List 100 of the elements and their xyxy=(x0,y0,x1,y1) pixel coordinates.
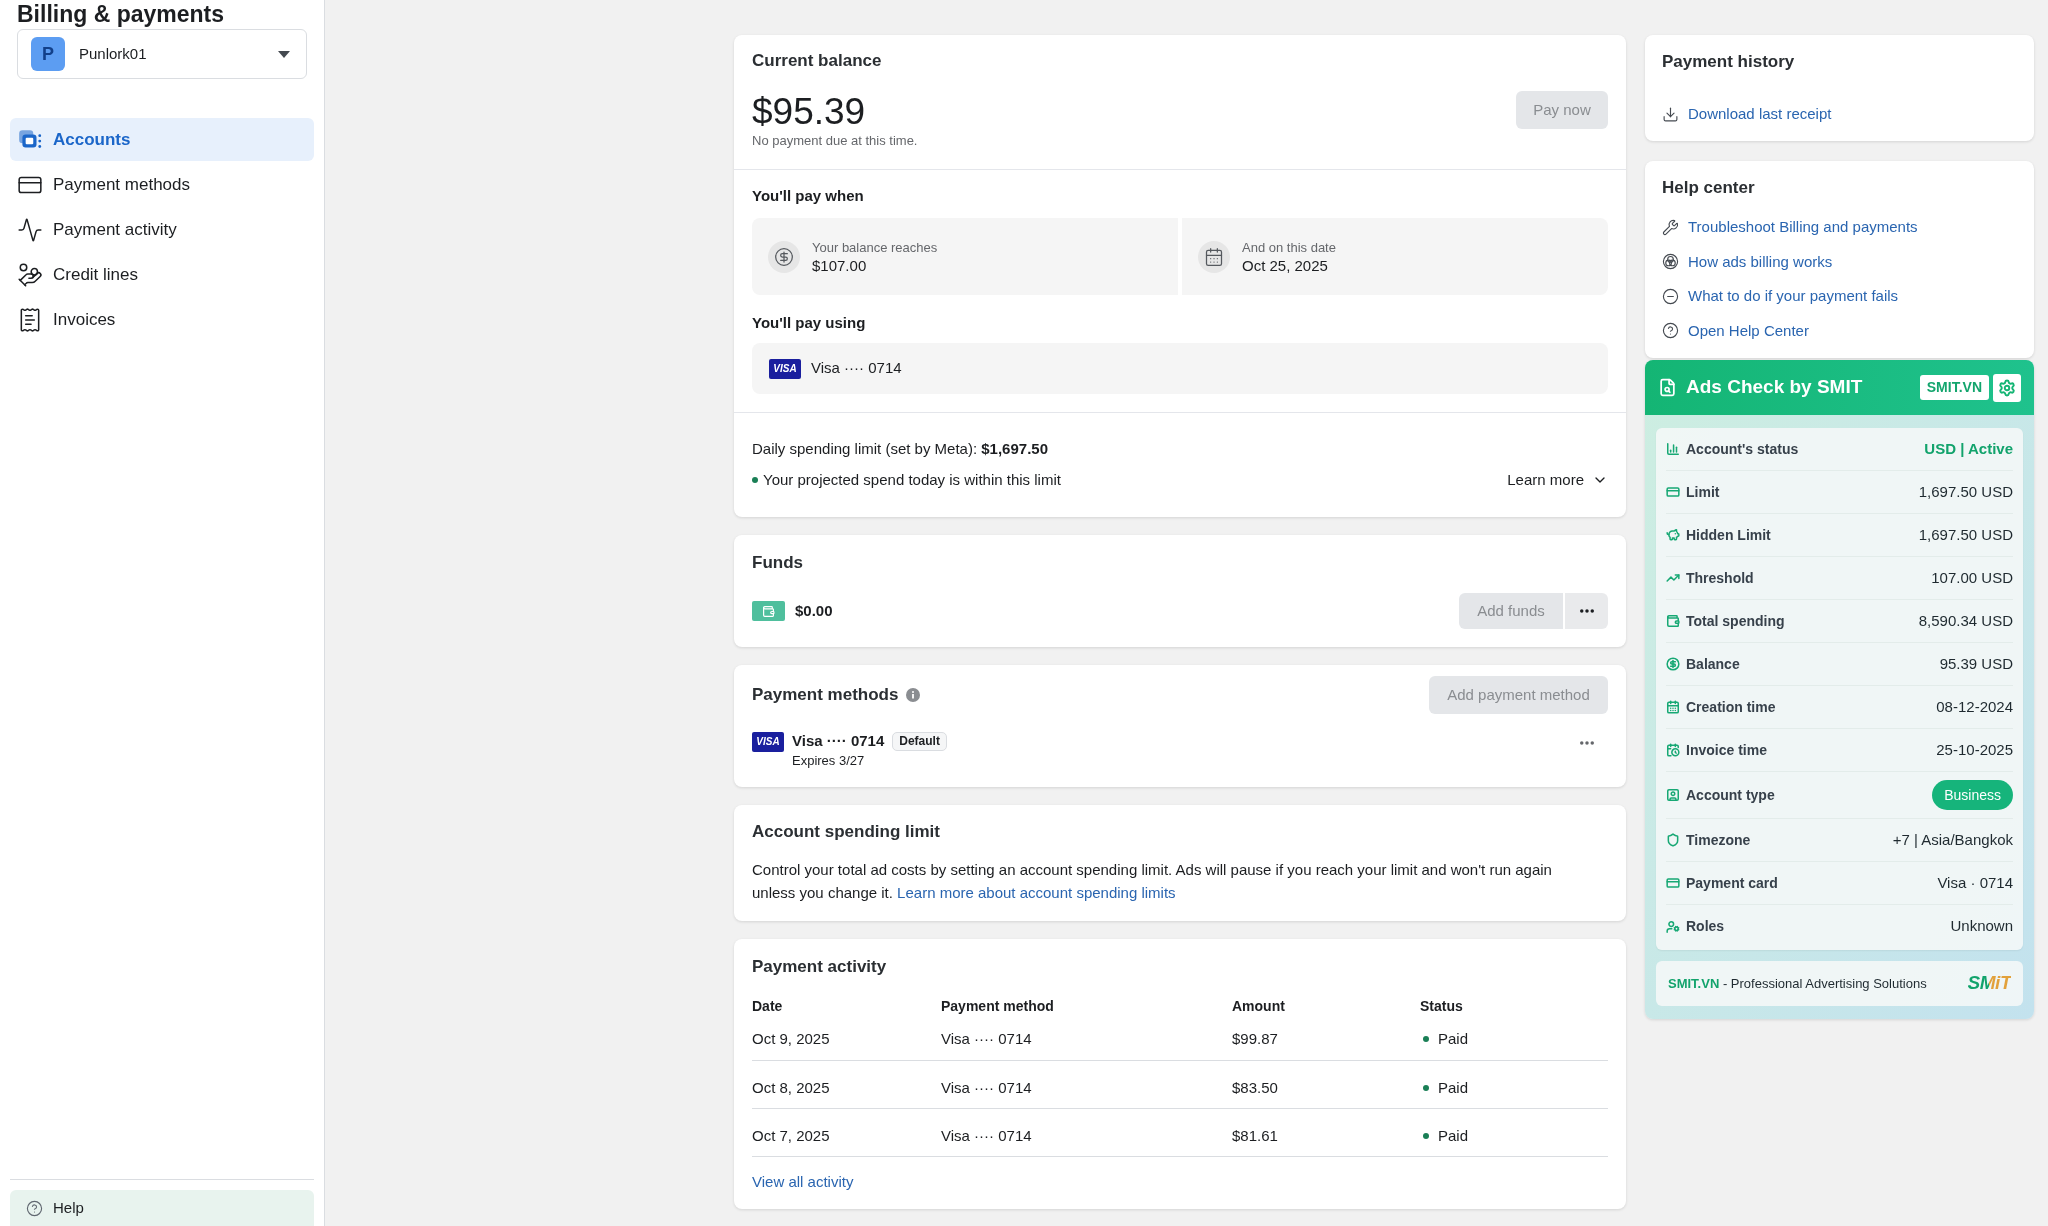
account-avatar: P xyxy=(31,37,65,71)
help-icon xyxy=(1662,322,1679,339)
nav-item[interactable]: Invoices xyxy=(10,298,314,341)
projection-text: Your projected spend today is within this limit xyxy=(763,470,1061,491)
table-cell-text: Visa ···· 0714 xyxy=(941,1029,1033,1049)
table-cell: Paid xyxy=(1438,1078,1469,1098)
nav-item[interactable]: Payment activity xyxy=(10,208,314,251)
piggy-bank-icon xyxy=(1666,528,1680,542)
info-label: Limit xyxy=(1686,482,1720,502)
more-icon xyxy=(1580,741,1594,745)
info-value: 25-10-2025 xyxy=(1936,739,2013,760)
info-label: Threshold xyxy=(1686,568,1754,588)
info-value: 1,697.50 USD xyxy=(1918,524,2013,545)
info-label: Hidden Limit xyxy=(1686,525,1771,545)
balance-note: No payment due at this time. xyxy=(752,132,918,149)
bar-chart-icon xyxy=(1666,442,1680,456)
calendar-clock-icon xyxy=(1666,743,1680,757)
minus-circle-icon xyxy=(1662,287,1679,305)
help-icon xyxy=(26,1199,43,1217)
table-cell-text: Visa ···· 0714 xyxy=(941,1126,1033,1146)
view-all-link[interactable]: View all activity xyxy=(752,1172,854,1192)
daily-limit-text: Daily spending limit (set by Meta): $1,697.50 xyxy=(752,439,1049,459)
help-button[interactable]: Help xyxy=(10,1190,314,1226)
caret-icon xyxy=(278,50,290,58)
spending-limit-link[interactable]: Learn more about account spending limits xyxy=(897,884,1176,901)
info-label: Total spending xyxy=(1686,611,1785,631)
info-icon xyxy=(906,688,921,702)
trend-icon xyxy=(1666,571,1680,585)
circles-icon xyxy=(1662,253,1679,270)
info-label: Account's status xyxy=(1686,439,1799,459)
help-link[interactable]: What to do if your payment fails xyxy=(1662,286,1899,306)
card-number: Visa ···· 0714 xyxy=(792,731,885,751)
dollar-icon xyxy=(768,240,800,273)
subsection-title: You'll pay when xyxy=(752,186,865,206)
pulse-icon xyxy=(17,216,43,243)
section-title: Payment activity xyxy=(752,957,888,977)
default-tag: Default xyxy=(892,731,947,751)
info-value: 1,697.50 USD xyxy=(1918,481,2013,502)
condition-label: Your balance reaches xyxy=(812,238,938,256)
info-value: +7 | Asia/Bangkok xyxy=(1892,829,2013,850)
panel-title: Ads Check by SMIT xyxy=(1686,375,1863,400)
footer-text: SMIT.VN - Professional Advertising Solutions xyxy=(1668,974,1927,993)
column-header: Payment method xyxy=(941,997,1055,1016)
more-button[interactable] xyxy=(1565,593,1608,629)
table-cell-text: Oct 9, 2025 xyxy=(752,1029,831,1049)
more-icon xyxy=(1579,609,1594,613)
balance-amount: $95.39 xyxy=(752,92,867,132)
table-cell-text: Visa ···· 0714 xyxy=(941,1078,1033,1098)
info-label: Balance xyxy=(1686,654,1740,674)
card-number: Visa ···· 0714 xyxy=(811,358,902,379)
nav-item[interactable]: Credit lines xyxy=(10,253,314,296)
page-title: Billing & payments xyxy=(16,0,226,27)
section-title: Payment history xyxy=(1662,52,1796,72)
table-cell-text: $81.61 xyxy=(1232,1126,1279,1146)
account-selector[interactable]: P Punlork01 xyxy=(17,29,307,79)
info-label: Payment card xyxy=(1686,873,1778,893)
nav-item[interactable]: Accounts xyxy=(10,118,314,161)
nav-item[interactable]: Payment methods xyxy=(10,163,314,206)
visa-logo: VISA xyxy=(769,358,801,379)
section-title: Payment methods xyxy=(752,685,899,705)
visa-logo: VISA xyxy=(752,732,784,752)
credit-card-icon xyxy=(1666,876,1680,890)
table-cell-text: $99.87 xyxy=(1232,1029,1279,1049)
info-value: 8,590.34 USD xyxy=(1918,610,2013,631)
calendar-icon xyxy=(1198,240,1230,273)
learn-more-button[interactable]: Learn more xyxy=(1507,469,1608,492)
account-type-tag: Business xyxy=(1932,780,2013,810)
shield-icon xyxy=(1666,833,1680,847)
condition-label: And on this date xyxy=(1242,238,1336,256)
table-cell: Paid xyxy=(1438,1029,1469,1049)
user-gear-icon xyxy=(1666,919,1680,934)
info-value: Visa · 0714 xyxy=(1937,872,2013,893)
section-title: Account spending limit xyxy=(752,822,941,842)
download-receipt-link[interactable]: Download last receipt xyxy=(1662,104,1832,124)
info-value: Unknown xyxy=(1950,916,2013,937)
info-label: Invoice time xyxy=(1686,740,1767,760)
download-icon xyxy=(1662,105,1679,123)
wallet-icon xyxy=(752,601,785,621)
settings-button[interactable] xyxy=(1993,373,2021,402)
wrench-icon xyxy=(1662,218,1679,236)
table-cell-text: $83.50 xyxy=(1232,1078,1279,1098)
info-value: 08-12-2024 xyxy=(1936,696,2013,717)
calendar-icon xyxy=(1666,700,1680,714)
condition-value: Oct 25, 2025 xyxy=(1242,255,1329,275)
column-header: Date xyxy=(752,997,784,1016)
section-title: Funds xyxy=(752,553,804,573)
help-link[interactable]: Troubleshoot Billing and payments xyxy=(1662,217,1918,237)
column-header: Status xyxy=(1420,997,1464,1016)
info-value: 107.00 USD xyxy=(1931,567,2013,588)
help-link[interactable]: Open Help Center xyxy=(1662,320,1809,341)
funds-amount: $0.00 xyxy=(795,600,833,621)
help-link[interactable]: How ads billing works xyxy=(1662,251,1833,272)
info-label: Timezone xyxy=(1686,830,1751,850)
info-label: Creation time xyxy=(1686,697,1776,717)
site-tag[interactable]: SMIT.VN xyxy=(1919,375,1989,400)
info-value: 95.39 USD xyxy=(1939,653,2013,674)
section-title: Help center xyxy=(1662,178,1756,198)
card-expiry: Expires 3/27 xyxy=(792,752,866,769)
user-card-icon xyxy=(1666,788,1680,802)
table-cell: Paid xyxy=(1438,1126,1469,1146)
